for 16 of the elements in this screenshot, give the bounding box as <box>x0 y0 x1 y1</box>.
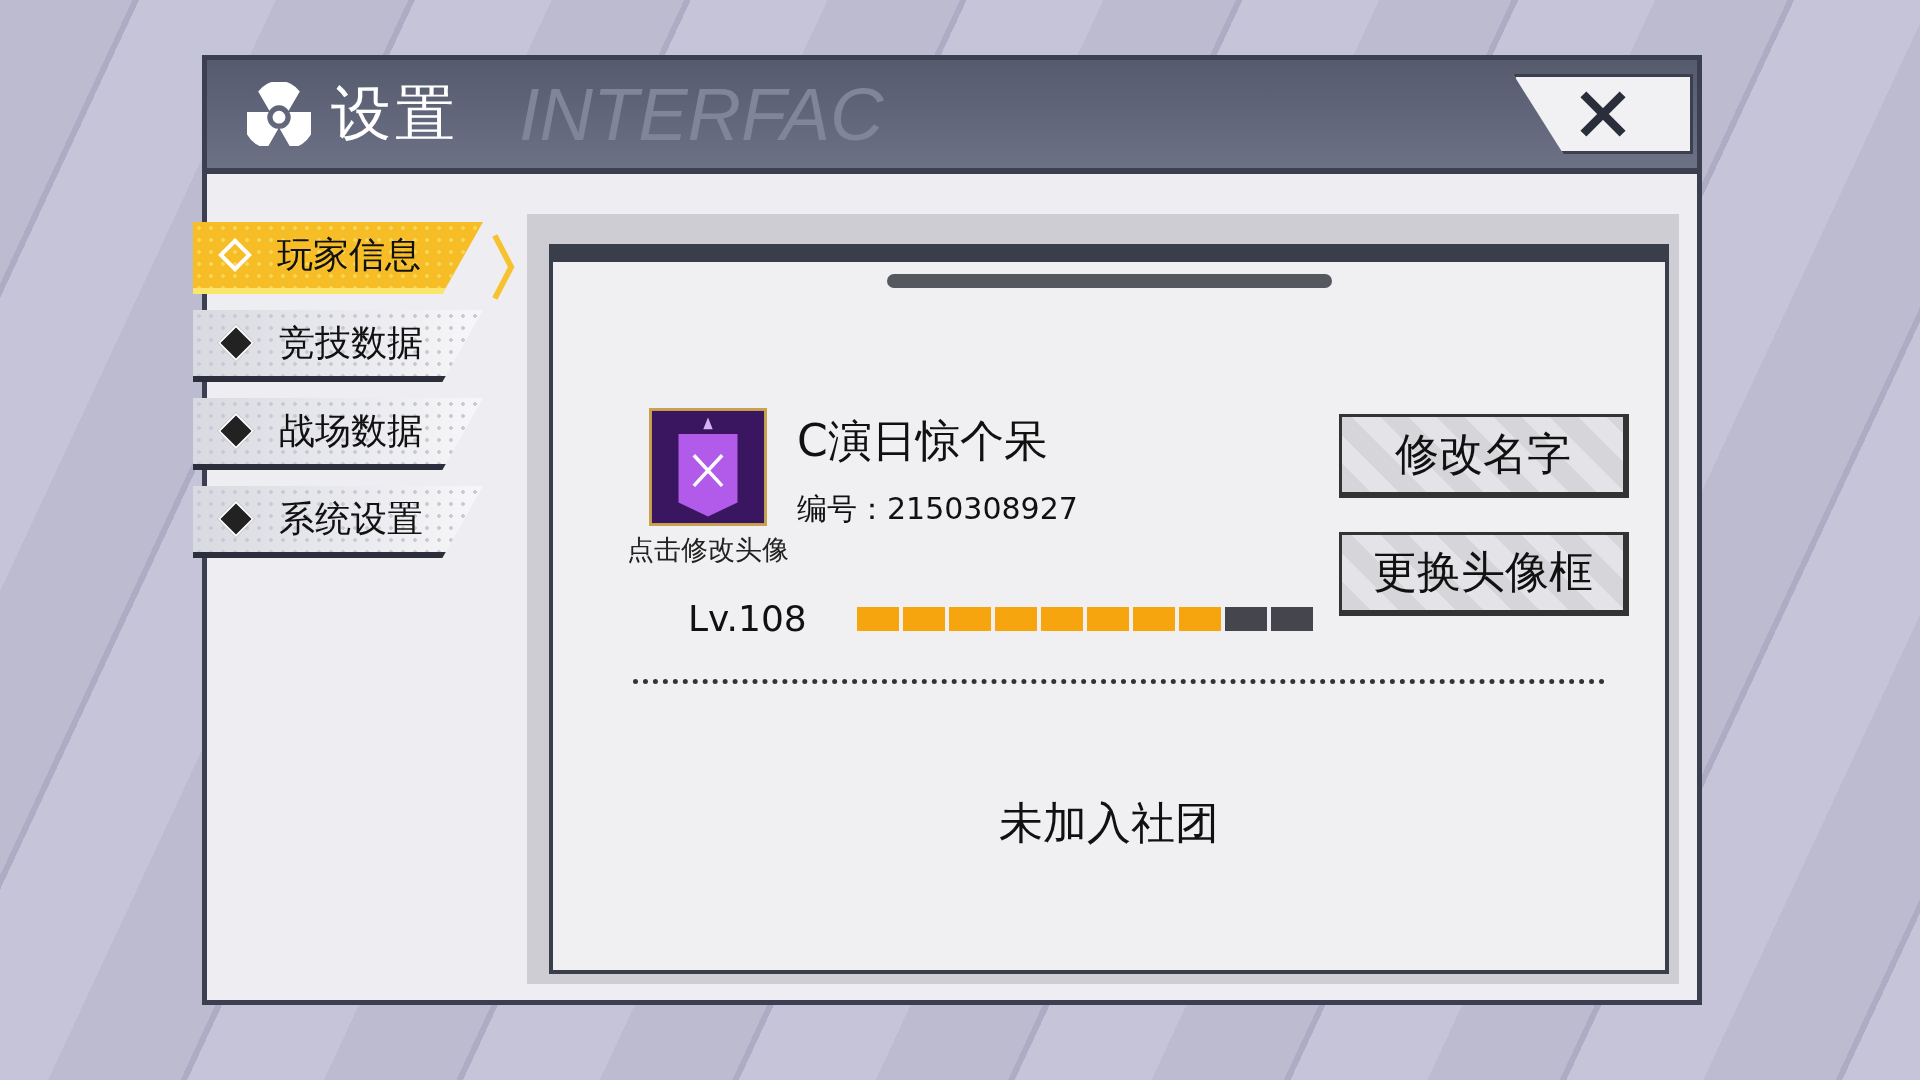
chevron-icon <box>491 232 515 302</box>
sidebar-tab[interactable]: 战场数据 <box>193 398 483 470</box>
level-label: Lv.108 <box>688 598 807 639</box>
action-button[interactable]: 更换头像框 <box>1339 532 1629 616</box>
sidebar-tab[interactable]: 玩家信息 <box>193 222 483 294</box>
window-title: 设置 <box>331 76 459 150</box>
banner-avatar[interactable] <box>649 408 767 526</box>
player-name: C演日惊个呆 <box>797 414 1049 468</box>
club-status: 未加入社团 <box>999 796 1219 850</box>
avatar-hint: 点击修改头像 <box>627 533 789 567</box>
close-button[interactable] <box>1513 74 1693 154</box>
player-id: 编号：2150308927 <box>797 490 1078 528</box>
action-button[interactable]: 修改名字 <box>1339 414 1629 498</box>
sidebar-tab[interactable]: 系统设置 <box>193 486 483 558</box>
radiation-icon <box>247 82 311 146</box>
sidebar-tab[interactable]: 竞技数据 <box>193 310 483 382</box>
